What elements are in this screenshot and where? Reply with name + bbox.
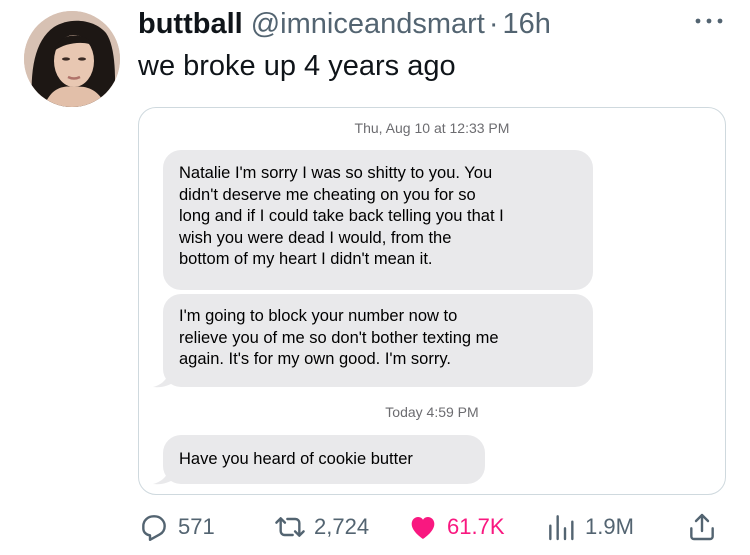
message-bubble: Natalie I'm sorry I was so shitty to you… [163, 150, 593, 290]
reply-button[interactable]: 571 [138, 507, 215, 547]
tweet-header: buttball @imniceandsmart · 16h [138, 4, 551, 44]
retweet-icon [275, 517, 305, 537]
reply-icon [142, 515, 166, 541]
message-timestamp: Thu, Aug 10 at 12:33 PM [354, 120, 510, 136]
share-icon [690, 513, 714, 541]
views-icon [549, 515, 574, 541]
avatar[interactable] [24, 11, 120, 107]
tweet-time[interactable]: 16h [503, 8, 551, 41]
message-text: Have you heard of cookie butter [179, 450, 413, 468]
reply-count: 571 [178, 514, 215, 539]
separator-dot: · [488, 7, 499, 40]
share-button[interactable] [686, 507, 726, 547]
message-text: I'm going to block your number now to re… [179, 307, 499, 368]
bubble-tail-icon [153, 466, 176, 485]
retweet-count: 2,724 [314, 514, 370, 539]
message-bubble: I'm going to block your number now to re… [163, 294, 593, 387]
tweet-actions: 571 2,724 61.7K 1.9M [0, 507, 750, 547]
heart-icon [411, 517, 435, 539]
user-handle[interactable]: @imniceandsmart [251, 8, 485, 41]
tweet-media-image[interactable]: Thu, Aug 10 at 12:33 PM Natalie I'm sorr… [138, 107, 726, 495]
bubble-tail-icon [153, 369, 176, 388]
views-button[interactable]: 1.9M [545, 507, 634, 547]
view-count: 1.9M [585, 514, 634, 539]
more-options-icon[interactable] [692, 14, 726, 28]
message-text: Natalie I'm sorry I was so shitty to you… [179, 164, 504, 268]
like-button[interactable]: 61.7K [407, 507, 505, 547]
message-bubble: Have you heard of cookie butter [163, 435, 485, 484]
display-name[interactable]: buttball [138, 8, 243, 41]
message-timestamp: Today 4:59 PM [385, 404, 479, 420]
retweet-button[interactable]: 2,724 [274, 507, 369, 547]
tweet-text: we broke up 4 years ago [138, 50, 456, 82]
avatar-photo [24, 11, 120, 107]
like-count: 61.7K [447, 514, 505, 539]
